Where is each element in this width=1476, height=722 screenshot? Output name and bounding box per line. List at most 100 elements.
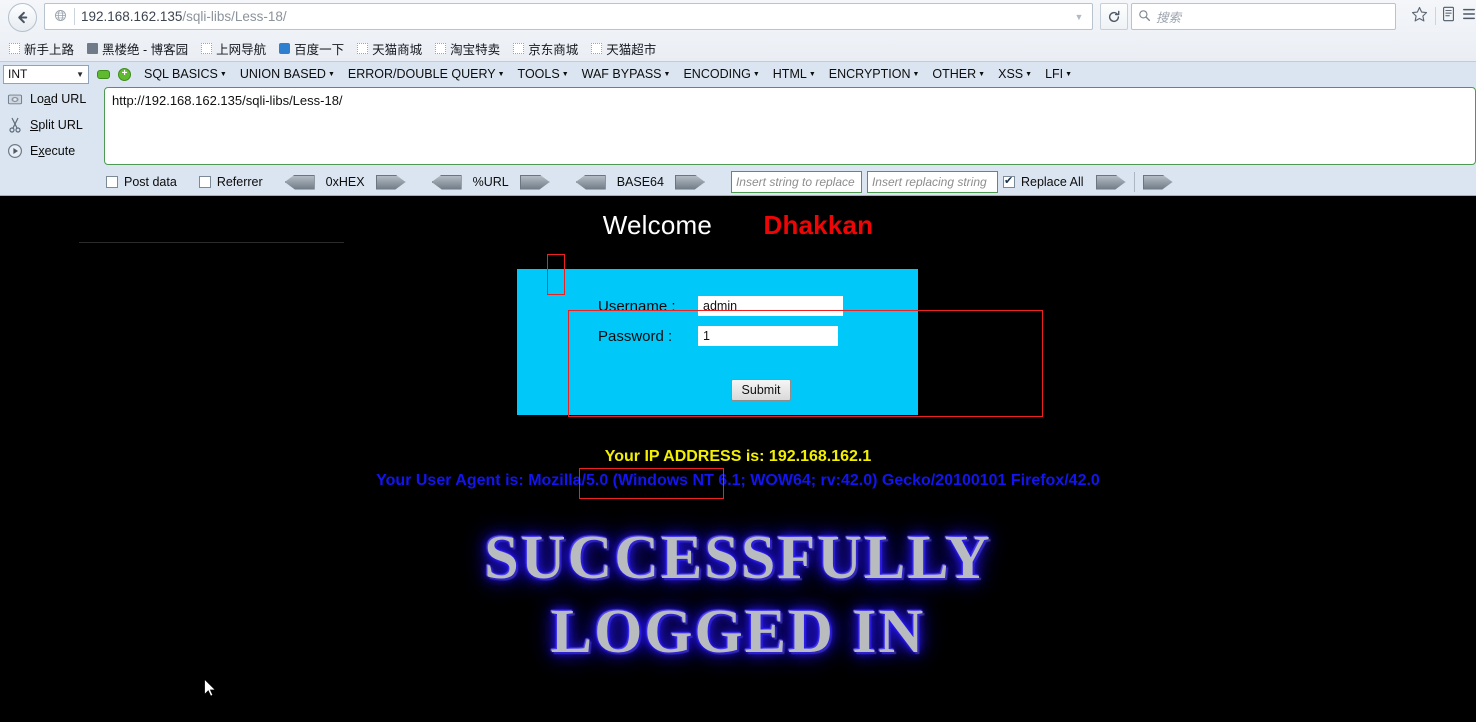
bookmark-item[interactable]: 上网导航 [196, 37, 271, 60]
replace-with-input[interactable]: Insert replacing string [866, 171, 998, 193]
hackbar-menu-error-double-query[interactable]: ERROR/DOUBLE QUERY ▼ [348, 67, 505, 81]
chevron-down-icon: ▼ [978, 71, 986, 78]
blank-page-icon [9, 42, 20, 54]
submit-button[interactable]: Submit [731, 379, 791, 401]
bookmark-item[interactable]: 新手上路 [4, 37, 79, 60]
navigation-row: 192.168.162.135/sqli-libs/Less-18/ ▼ 搜索 [0, 0, 1476, 34]
chevron-down-icon: ▼ [912, 71, 920, 78]
bookmark-item[interactable]: 天猫超市 [586, 37, 661, 60]
site-icon [87, 42, 99, 54]
replace-search-input[interactable]: Insert string to replace [730, 171, 862, 193]
decode-arrow-icon[interactable] [431, 174, 462, 190]
hackbar-panel: INT ▼ + SQL BASICS ▼ UNION BASED ▼ ERROR/DOU… [0, 62, 1476, 196]
mouse-cursor-icon [204, 678, 217, 697]
bookmark-star-icon[interactable] [1411, 6, 1428, 28]
password-row: Password : 1 [598, 326, 838, 346]
bookmark-label: 京东商城 [528, 42, 579, 57]
encoder-url-group[interactable]: %URL [431, 174, 550, 190]
reader-mode-icon[interactable] [1441, 6, 1456, 27]
hackbar-menu-union-based[interactable]: UNION BASED ▼ [240, 67, 335, 81]
split-url-label: Split URL [30, 118, 83, 132]
bookmark-label: 天猫超市 [606, 42, 657, 57]
search-icon [1132, 9, 1156, 25]
blank-page-icon [513, 42, 525, 54]
url-path: /sqli-libs/Less-18/ [182, 9, 287, 24]
url-bar[interactable]: 192.168.162.135/sqli-libs/Less-18/ ▼ [44, 3, 1093, 30]
user-agent-rest: is: Mozilla/5.0 (Windows NT 6.1; WOW64; … [500, 472, 1100, 489]
hackbar-menu-waf-bypass[interactable]: WAF BYPASS ▼ [582, 67, 671, 81]
load-url-icon [6, 91, 23, 108]
post-data-checkbox[interactable]: Post data [106, 175, 177, 189]
url-text[interactable]: 192.168.162.135/sqli-libs/Less-18/ [75, 9, 1066, 24]
hackbar-menu-label: UNION BASED [239, 67, 326, 81]
bookmark-label: 淘宝特卖 [450, 42, 501, 57]
chevron-down-icon: ▼ [76, 69, 84, 79]
bookmark-item[interactable]: 黑楼绝 - 博客园 [82, 37, 193, 60]
reload-button[interactable] [1100, 3, 1128, 30]
split-url-button[interactable]: Split URL [0, 112, 100, 138]
decode-arrow-icon[interactable] [575, 174, 606, 190]
globe-icon[interactable] [49, 9, 71, 25]
hackbar-url-textarea[interactable]: http://192.168.162.135/sqli-libs/Less-18… [104, 87, 1476, 165]
hackbar-menu-label: ENCRYPTION [828, 67, 911, 81]
encoder-url-label: %URL [472, 175, 509, 189]
load-url-label: Load URL [30, 92, 87, 106]
bookmark-item[interactable]: 天猫商城 [352, 37, 427, 60]
bookmark-item[interactable]: 淘宝特卖 [430, 37, 505, 60]
encoder-base64-group[interactable]: BASE64 [575, 174, 705, 190]
encode-arrow-icon[interactable] [375, 174, 406, 190]
replace-all-checkbox[interactable]: Replace All [1002, 174, 1084, 189]
search-placeholder: 搜索 [1156, 11, 1182, 25]
password-label: Password : [598, 327, 673, 345]
add-tab-button[interactable]: + [118, 67, 131, 81]
hackbar-menu-xss[interactable]: XSS ▼ [998, 67, 1032, 81]
back-button[interactable] [8, 3, 37, 32]
hackbar-menu-lfi[interactable]: LFI ▼ [1045, 67, 1072, 81]
post-data-label: Post data [124, 175, 177, 189]
hackbar-options-row: Post data Referrer 0xHEX %URL BASE64 Ins… [0, 168, 1476, 196]
login-panel: Username : admin Password : 1 Submit [517, 269, 918, 415]
payload-type-select[interactable]: INT ▼ [3, 64, 89, 84]
username-input[interactable]: admin [698, 296, 843, 316]
encode-arrow-icon[interactable] [674, 174, 705, 190]
referrer-checkbox[interactable]: Referrer [198, 175, 263, 189]
chevron-down-icon: ▼ [327, 71, 335, 78]
hackbar-menu-label: ENCODING [683, 67, 751, 81]
replace-apply-arrow-icon[interactable] [1095, 174, 1126, 190]
decode-arrow-icon[interactable] [284, 174, 315, 190]
password-input[interactable]: 1 [698, 326, 838, 346]
page-content: Welcome Dhakkan Username : admin Passwor… [0, 196, 1476, 722]
encoder-base64-label: BASE64 [616, 175, 664, 189]
welcome-heading: Welcome Dhakkan [0, 210, 1476, 241]
search-input[interactable]: 搜索 [1131, 3, 1396, 30]
success-banner: SUCCESSFULLY LOGGED IN [0, 521, 1476, 669]
bookmark-item[interactable]: 百度一下 [274, 37, 349, 60]
encode-arrow-icon[interactable] [519, 174, 550, 190]
load-url-button[interactable]: Load URL [0, 86, 100, 112]
bookmark-item[interactable]: 京东商城 [508, 37, 583, 60]
chevron-down-icon: ▼ [1025, 71, 1033, 78]
username-row: Username : admin [598, 296, 843, 316]
hackbar-menu-other[interactable]: OTHER ▼ [932, 67, 985, 81]
menu-icon[interactable] [1462, 6, 1476, 27]
chevron-down-icon[interactable]: ▼ [1066, 12, 1092, 22]
user-agent-text: Your User Agent is: Mozilla/5.0 (Windows… [0, 472, 1476, 490]
url-host: 192.168.162.135 [81, 9, 183, 24]
encoder-hex-group[interactable]: 0xHEX [284, 174, 406, 190]
referrer-label: Referrer [216, 175, 263, 189]
checkbox-box [1002, 174, 1015, 188]
execute-button[interactable]: Execute [0, 138, 100, 164]
hackbar-menu-sql-basics[interactable]: SQL BASICS ▼ [144, 67, 227, 81]
hackbar-menu-encryption[interactable]: ENCRYPTION ▼ [829, 67, 920, 81]
chevron-down-icon: ▼ [752, 71, 760, 78]
hackbar-menu-label: ERROR/DOUBLE QUERY [347, 67, 496, 81]
remove-tab-button[interactable] [97, 69, 110, 79]
hackbar-menu-encoding[interactable]: ENCODING ▼ [683, 67, 759, 81]
user-name-text: Dhakkan [763, 210, 874, 240]
chevron-down-icon: ▼ [663, 71, 671, 78]
hackbar-menu-html[interactable]: HTML ▼ [773, 67, 816, 81]
hackbar-menu-tools[interactable]: TOOLS ▼ [518, 67, 569, 81]
extra-arrow-icon[interactable] [1142, 174, 1173, 190]
back-arrow-icon [18, 11, 28, 24]
hackbar-menu-row: INT ▼ + SQL BASICS ▼ UNION BASED ▼ ERROR/DOU… [0, 62, 1476, 86]
